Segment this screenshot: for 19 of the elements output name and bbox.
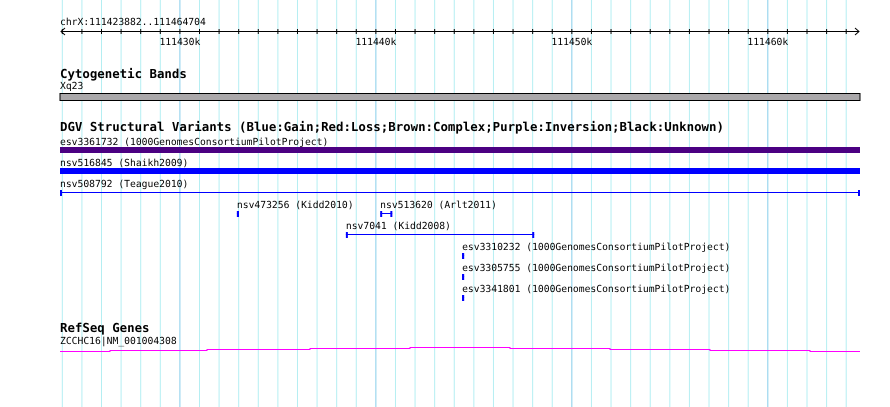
track-title: DGV Structural Variants (Blue:Gain;Red:Loss;Brown:Complex;Purple:Inversion;Black:Unknown) <box>60 119 724 134</box>
gene-label: ZCCHC16|NM_001004308 <box>60 336 177 347</box>
track-title: Cytogenetic Bands <box>60 66 187 81</box>
variant-label: esv3361732 (1000GenomesConsortiumPilotProject) <box>60 137 328 148</box>
tick-label: 111450k <box>551 37 592 48</box>
tick-label: 111430k <box>159 37 200 48</box>
region-label: chrX:111423882..111464704 <box>60 17 206 28</box>
track-title: RefSeq Genes <box>60 320 150 335</box>
variant-label: nsv7041 (Kidd2008) <box>346 221 451 232</box>
band-label: Xq23 <box>60 81 84 92</box>
variant-label: esv3310232 (1000GenomesConsortiumPilotProject) <box>462 242 730 253</box>
variant-label: esv3341801 (1000GenomesConsortiumPilotProject) <box>462 284 730 295</box>
variant-label: nsv473256 (Kidd2010) <box>236 200 354 211</box>
tick-label: 111460k <box>747 37 788 48</box>
variant-label: nsv508792 (Teague2010) <box>60 179 188 190</box>
variant-label: esv3305755 (1000GenomesConsortiumPilotProject) <box>462 263 730 274</box>
tick-label: 111440k <box>355 37 396 48</box>
variant-label: nsv516845 (Shaikh2009) <box>60 158 188 169</box>
variant-label: nsv513620 (Arlt2011) <box>380 200 497 211</box>
